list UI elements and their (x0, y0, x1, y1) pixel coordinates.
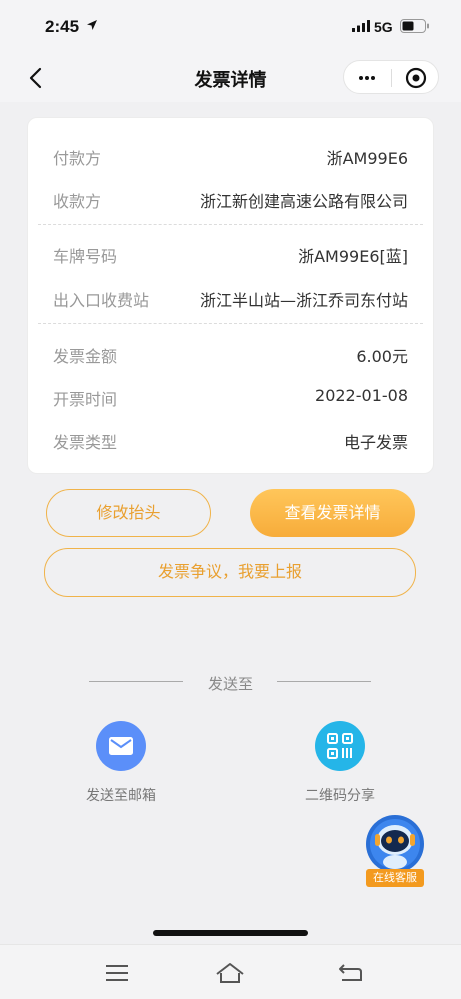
network-type: 5G (374, 19, 393, 35)
invoice-type-value: 电子发票 (343, 433, 408, 452)
plate-row: 车牌号码 浙AM99E6[蓝] (53, 241, 408, 266)
miniprogram-capsule (343, 60, 439, 94)
station-label: 出入口收费站 (53, 291, 150, 310)
invoice-type-label: 发票类型 (53, 433, 118, 452)
view-invoice-details-button[interactable]: 查看发票详情 (250, 489, 415, 537)
return-icon (339, 964, 362, 981)
qr-code-icon (327, 733, 353, 759)
menu-icon (106, 965, 128, 981)
payer-value: 浙AM99E6 (326, 149, 408, 168)
amount-row: 发票金额 6.00元 (53, 341, 408, 366)
location-arrow-icon (87, 20, 97, 30)
menu-button[interactable] (103, 961, 131, 985)
plate-label: 车牌号码 (53, 247, 118, 266)
issue-time-label: 开票时间 (53, 390, 118, 409)
issue-time-row: 开票时间 2022-01-08 (53, 384, 408, 409)
target-close-icon (405, 67, 427, 89)
mail-icon (109, 737, 133, 755)
divider (38, 323, 423, 324)
more-dots-icon (359, 76, 363, 80)
station-row: 出入口收费站 浙江半山站—浙江乔司东付站 (53, 285, 408, 310)
home-indicator (153, 930, 308, 936)
station-value: 浙江半山站—浙江乔司东付站 (199, 291, 408, 310)
dispute-report-button[interactable]: 发票争议，我要上报 (44, 548, 416, 597)
qr-circle (315, 721, 365, 771)
more-dot (371, 76, 375, 80)
more-button[interactable] (344, 61, 391, 95)
payee-label: 收款方 (53, 192, 102, 211)
issue-time-value: 2022-01-08 (315, 386, 408, 405)
qr-share-label: 二维码分享 (305, 788, 375, 804)
nav-bar: 发票详情 (0, 54, 461, 102)
qr-share-button[interactable]: 二维码分享 (290, 721, 390, 805)
divider (38, 224, 423, 225)
invoice-type-row: 发票类型 电子发票 (53, 427, 408, 452)
status-time: 2:45 (45, 17, 80, 36)
robot-mascot-icon (366, 815, 424, 873)
send-to-title: 发送至 (207, 675, 253, 693)
online-support-button[interactable]: 在线客服 (362, 814, 428, 887)
amount-label: 发票金额 (53, 347, 118, 366)
online-support-label: 在线客服 (366, 869, 424, 887)
modify-header-button[interactable]: 修改抬头 (46, 489, 211, 537)
payer-row: 付款方 浙AM99E6 (53, 143, 408, 168)
amount-value: 6.00元 (356, 347, 408, 366)
send-email-button[interactable]: 发送至邮箱 (71, 721, 171, 805)
system-back-button[interactable] (336, 961, 364, 985)
email-circle (96, 721, 146, 771)
plate-value: 浙AM99E6[蓝] (298, 247, 408, 266)
payee-row: 收款方 浙江新创建高速公路有限公司 (53, 186, 408, 211)
payer-label: 付款方 (53, 149, 102, 168)
more-dot (365, 76, 369, 80)
invoice-card: 付款方 浙AM99E6 收款方 浙江新创建高速公路有限公司 车牌号码 浙AM99… (27, 117, 434, 474)
payee-value: 浙江新创建高速公路有限公司 (199, 192, 408, 211)
home-icon (216, 963, 244, 983)
status-bar: 2:45 5G (0, 0, 461, 54)
home-button[interactable] (214, 961, 246, 985)
close-miniprogram-button[interactable] (392, 61, 439, 95)
system-nav-bar (0, 944, 461, 999)
divider-right (277, 681, 371, 682)
signal-icon (352, 20, 370, 32)
battery-icon (400, 19, 429, 33)
send-email-label: 发送至邮箱 (86, 788, 156, 804)
